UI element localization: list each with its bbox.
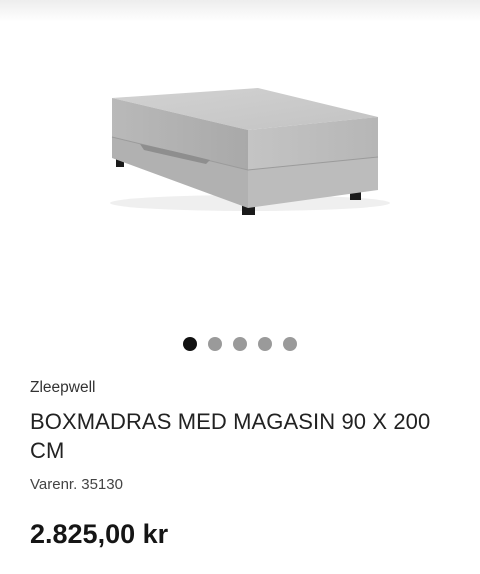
product-sku: Varenr. 35130 xyxy=(30,476,123,493)
carousel-pagination xyxy=(0,336,480,352)
carousel-dot[interactable] xyxy=(183,337,197,351)
product-image[interactable] xyxy=(0,22,480,322)
carousel-dot[interactable] xyxy=(233,337,247,351)
carousel-dot[interactable] xyxy=(258,337,272,351)
carousel-dot[interactable] xyxy=(283,337,297,351)
sku-value: 35130 xyxy=(81,476,123,493)
box-mattress-icon xyxy=(110,88,390,215)
product-price: 2.825,00 kr xyxy=(30,519,169,549)
product-title: BOXMADRAS MED MAGASIN 90 X 200 CM xyxy=(30,409,431,463)
top-edge-shadow xyxy=(0,0,480,22)
product-brand[interactable]: Zleepwell xyxy=(30,379,95,397)
sku-label: Varenr. xyxy=(30,476,78,493)
carousel-dot[interactable] xyxy=(208,337,222,351)
